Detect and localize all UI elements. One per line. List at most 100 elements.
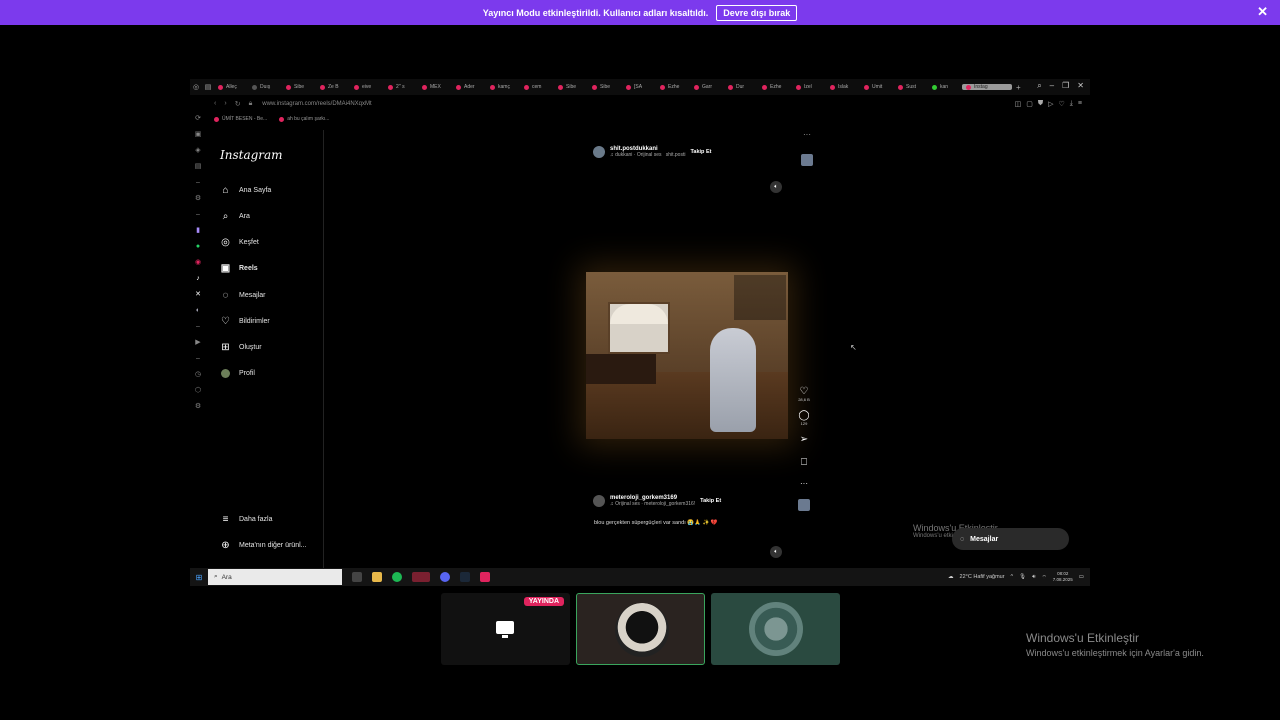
avatar[interactable]	[593, 146, 605, 158]
browser-tab-active[interactable]: Instag	[962, 84, 1012, 90]
nav-notifications[interactable]: ♡ Bildirimler	[220, 316, 270, 327]
audio-label[interactable]: ♫ dukkani · Orijinal ses	[610, 152, 662, 158]
tab-menu-icon[interactable]: ▤	[202, 83, 214, 91]
clock-icon[interactable]: ◷	[194, 369, 202, 379]
spotify-icon[interactable]	[392, 572, 402, 582]
file-explorer-icon[interactable]	[372, 572, 382, 582]
browser-tab[interactable]: Izel	[792, 84, 826, 90]
forward-icon[interactable]: ›	[224, 100, 226, 108]
browser-tab[interactable]: Ze B	[316, 84, 350, 90]
player-icon[interactable]: ▶	[194, 337, 202, 347]
browser-tab[interactable]: Garr	[690, 84, 724, 90]
tiktok-icon[interactable]: ♪	[194, 273, 202, 283]
instagram-logo[interactable]: Instagram	[220, 148, 283, 162]
twitch-icon[interactable]: ▮	[194, 225, 202, 235]
avatar[interactable]	[593, 495, 605, 507]
task-view-icon[interactable]	[352, 572, 362, 582]
app-icon[interactable]	[412, 572, 430, 582]
url-field[interactable]: www.instagram.com/reels/DMAi4NXqxMt	[262, 101, 371, 107]
browser-tab[interactable]: Ümit	[860, 84, 894, 90]
wallet-icon[interactable]: ▣	[194, 129, 202, 139]
notification-icon[interactable]: ▭	[1079, 574, 1084, 580]
gear-icon[interactable]: ⚙	[194, 401, 202, 411]
more-options-icon[interactable]: ···	[800, 478, 808, 489]
steam-icon[interactable]	[460, 572, 470, 582]
follow-button[interactable]: Takip Et	[690, 149, 711, 155]
nav-reels[interactable]: ▣ Reels	[220, 263, 258, 274]
browser-tab[interactable]: Dur	[724, 84, 758, 90]
comment-icon[interactable]: ◯	[798, 410, 809, 421]
disable-button[interactable]: Devre dışı bırak	[716, 4, 798, 21]
menu-icon[interactable]: ≡	[1078, 100, 1082, 108]
reel-video[interactable]	[586, 272, 788, 439]
nav-home[interactable]: ⌂ Ana Sayfa	[220, 185, 271, 196]
discord-icon[interactable]: ◐	[194, 305, 202, 315]
volume-icon[interactable]: 🔊︎	[1032, 574, 1035, 581]
browser-tab[interactable]: eive	[350, 84, 384, 90]
browser-tab[interactable]: Ezhe	[656, 84, 690, 90]
heart-icon[interactable]: ♡	[1059, 100, 1065, 108]
x-icon[interactable]: ✕	[194, 289, 202, 299]
more-options-icon[interactable]: ···	[803, 130, 811, 139]
browser-tab[interactable]: Ezhe	[758, 84, 792, 90]
stream-tile[interactable]: YAYINDA	[441, 593, 570, 665]
download-icon[interactable]: ⤓	[1070, 100, 1073, 108]
browser-tab[interactable]: Sust	[894, 84, 928, 90]
like-icon[interactable]: ♡	[800, 386, 809, 397]
taskbar-search[interactable]: ⌕ Ara	[208, 569, 342, 585]
close-icon[interactable]: ✕	[1257, 4, 1268, 20]
nav-explore[interactable]: ◎ Keşfet	[220, 237, 259, 248]
shield-icon[interactable]: ⛊	[1038, 100, 1043, 108]
nav-meta[interactable]: ⊕ Meta'nın diğer ürünl...	[220, 540, 306, 551]
play-icon[interactable]: ▷	[1048, 100, 1053, 108]
close-window-icon[interactable]: ✕	[1077, 81, 1084, 91]
new-tab-icon[interactable]: +	[1016, 83, 1021, 92]
settings-icon[interactable]: ⚙	[194, 193, 202, 203]
mic-icon[interactable]: 🎙︎	[1019, 574, 1026, 580]
audio-thumbnail[interactable]	[798, 499, 810, 511]
messages-pill[interactable]: ◌ Mesajlar	[952, 528, 1069, 550]
clock-date[interactable]: 7.08.2025	[1053, 577, 1073, 583]
nav-profile[interactable]: Profil	[220, 368, 255, 379]
share-icon[interactable]: ➢	[800, 434, 808, 445]
nav-search[interactable]: ⌕ Ara	[220, 211, 250, 222]
search-tabs-icon[interactable]: ⌕	[1037, 81, 1041, 91]
browser-tab[interactable]: 2'' s	[384, 84, 418, 90]
app-icon[interactable]	[480, 572, 490, 582]
back-icon[interactable]: ‹	[214, 100, 216, 108]
browser-tab[interactable]: Alleç	[214, 84, 248, 90]
news-icon[interactable]: ▤	[194, 161, 202, 171]
maximize-icon[interactable]: ❐	[1062, 81, 1069, 91]
browser-tab[interactable]: MEX	[418, 84, 452, 90]
browser-tab[interactable]: Ader	[452, 84, 486, 90]
bookmark-item[interactable]: ah bu çalım şarkı...	[279, 114, 329, 124]
discord-icon[interactable]	[440, 572, 450, 582]
audio-label[interactable]: ♫ Orijinal ses · meteroloji_gorkem316!	[610, 501, 695, 507]
windows-start-icon[interactable]: ⊞	[190, 573, 208, 582]
weather-text[interactable]: 22°C Hafif yağmur	[960, 574, 1005, 580]
instagram-icon[interactable]: ◉	[194, 257, 202, 267]
nav-messages[interactable]: ◌ Mesajlar	[220, 290, 266, 301]
audio-thumbnail[interactable]	[801, 154, 813, 166]
speaker-icon[interactable]: 🔈︎	[770, 546, 782, 558]
browser-tab[interactable]: Islak	[826, 84, 860, 90]
screenshot-icon[interactable]: ▢	[1026, 100, 1033, 108]
lock-icon[interactable]: 🔒︎	[249, 100, 253, 108]
nav-create[interactable]: ⊞ Oluştur	[220, 342, 261, 353]
bookmark-item[interactable]: ÜMİT BESEN - Be...	[214, 114, 267, 124]
save-icon[interactable]: ⎕	[801, 457, 807, 468]
participant-tile[interactable]	[576, 593, 705, 665]
chevron-up-icon[interactable]: ^	[1011, 574, 1014, 580]
browser-tab[interactable]: Duış	[248, 84, 282, 90]
wifi-icon[interactable]: ⌔	[1042, 574, 1047, 581]
pin-icon[interactable]: ◫	[1015, 100, 1022, 108]
browser-tab[interactable]: kan	[928, 84, 962, 90]
browser-tab[interactable]: Sibe	[588, 84, 622, 90]
browser-tab[interactable]: [SA	[622, 84, 656, 90]
browser-tab[interactable]: kamç	[486, 84, 520, 90]
browser-tab[interactable]: Sibe	[554, 84, 588, 90]
nav-more[interactable]: ≡ Daha fazla	[220, 514, 273, 525]
browser-tab[interactable]: Sibe	[282, 84, 316, 90]
history-icon[interactable]: ⟳	[194, 113, 202, 123]
reload-icon[interactable]: ↻	[235, 100, 241, 108]
